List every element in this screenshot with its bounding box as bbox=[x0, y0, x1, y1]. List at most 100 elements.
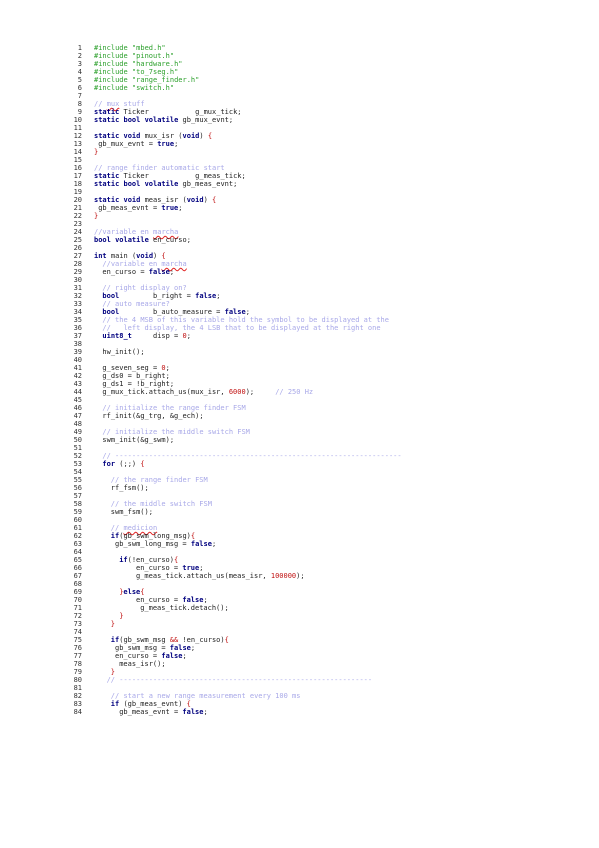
code-token: meas_isr ( bbox=[140, 196, 187, 204]
code-token: // the range finder FSM bbox=[110, 476, 208, 484]
code-listing: 1 #include "mbed.h" 2 #include "pinout.h" 3 #… bbox=[0, 44, 599, 716]
line-source: // auto measure? bbox=[102, 300, 169, 308]
code-token: bool bbox=[102, 308, 120, 316]
code-line: 19 bbox=[0, 188, 599, 196]
code-token: ; bbox=[169, 268, 175, 276]
line-number: 14 bbox=[73, 148, 82, 156]
line-source: gb_mux_evnt = true; bbox=[98, 140, 178, 148]
line-number: 50 bbox=[73, 436, 82, 444]
line-number: 58 bbox=[73, 500, 82, 508]
line-source: // the middle switch FSM bbox=[111, 500, 212, 508]
code-token: for bbox=[102, 460, 116, 468]
line-source: for (;;) { bbox=[102, 460, 144, 468]
code-line: 6 #include "switch.h" bbox=[0, 84, 599, 92]
code-token: void bbox=[136, 252, 154, 260]
line-number: 22 bbox=[73, 212, 82, 220]
line-number: 81 bbox=[73, 684, 82, 692]
line-source: if(gb_swm_msg && !en_curso){ bbox=[111, 636, 229, 644]
line-number: 37 bbox=[73, 332, 82, 340]
line-source: // the 4 MSB of this variable hold the s… bbox=[102, 316, 389, 324]
code-token: ; bbox=[203, 596, 208, 604]
line-source: gb_meas_evnt = true; bbox=[98, 204, 182, 212]
line-number: 65 bbox=[73, 556, 82, 564]
line-number: 68 bbox=[73, 580, 82, 588]
code-line: 26 bbox=[0, 244, 599, 252]
code-token: g_seven_seg = bbox=[102, 364, 162, 372]
line-number: 27 bbox=[73, 252, 82, 260]
code-line: 37 uint8_t disp = 0; bbox=[0, 332, 599, 340]
code-token: gb_mux_evnt = bbox=[98, 140, 158, 148]
line-source: static void mux_isr (void) { bbox=[94, 132, 212, 140]
line-number: 60 bbox=[73, 516, 82, 524]
line-number: 4 bbox=[77, 68, 82, 76]
line-number: 5 bbox=[77, 76, 82, 84]
code-token: swm_fsm(); bbox=[110, 508, 153, 516]
line-number: 79 bbox=[73, 668, 82, 676]
code-line: 42 g_ds0 = b_right; bbox=[0, 372, 599, 380]
line-source: } bbox=[94, 148, 98, 156]
code-line: 39 hw_init(); bbox=[0, 348, 599, 356]
code-line: 16 // range finder automatic start bbox=[0, 164, 599, 172]
code-line: 72} bbox=[0, 612, 599, 620]
code-line: 56 rf_fsm(); bbox=[0, 484, 599, 492]
code-token: static void bbox=[94, 196, 141, 204]
line-number: 49 bbox=[73, 428, 82, 436]
code-token: // the 4 MSB of this variable hold the s… bbox=[102, 316, 389, 324]
code-token: 100000 bbox=[270, 572, 297, 580]
code-line: 1 #include "mbed.h" bbox=[0, 44, 599, 52]
code-line: 7 bbox=[0, 92, 599, 100]
code-token: #include "range_finder.h" bbox=[94, 76, 200, 84]
line-number: 54 bbox=[73, 468, 82, 476]
code-token: static bool volatile bbox=[94, 116, 179, 124]
code-line: 13 gb_mux_evnt = true; bbox=[0, 140, 599, 148]
code-token: // left display, the 4 LSB that to be di… bbox=[102, 324, 381, 332]
code-token: 6000 bbox=[228, 388, 246, 396]
code-token: en_curso; bbox=[148, 236, 191, 244]
code-token: #include "hardware.h" bbox=[94, 60, 183, 68]
line-source: // range finder automatic start bbox=[94, 164, 225, 172]
line-number: 82 bbox=[73, 692, 82, 700]
line-number: 69 bbox=[73, 588, 82, 596]
code-token: int bbox=[94, 252, 107, 260]
code-line: 60 bbox=[0, 516, 599, 524]
line-number: 62 bbox=[73, 532, 82, 540]
code-token: (gb_meas_evnt) bbox=[119, 700, 187, 708]
code-line: 18 static bool volatile gb_meas_evnt; bbox=[0, 180, 599, 188]
line-number: 6 bbox=[77, 84, 82, 92]
line-number: 25 bbox=[73, 236, 82, 244]
code-line: 51 bbox=[0, 444, 599, 452]
line-number: 61 bbox=[73, 524, 82, 532]
code-line: 58 // the middle switch FSM bbox=[0, 500, 599, 508]
line-number: 38 bbox=[73, 340, 82, 348]
code-token: disp = bbox=[131, 332, 183, 340]
line-source: } bbox=[119, 612, 123, 620]
code-line: 2 #include "pinout.h" bbox=[0, 52, 599, 60]
code-line: 65 if(!en_curso){ bbox=[0, 556, 599, 564]
line-number: 13 bbox=[73, 140, 82, 148]
code-line: 73} bbox=[0, 620, 599, 628]
line-source: en_curso = false; bbox=[102, 268, 174, 276]
line-source: gb_swm_msg = false; bbox=[115, 644, 195, 652]
line-number: 53 bbox=[73, 460, 82, 468]
code-token: g_ds0 = b_right; bbox=[102, 372, 170, 380]
code-token: uint8_t bbox=[102, 332, 132, 340]
line-source: g_ds1 = !b_right; bbox=[102, 380, 174, 388]
line-number: 1 bbox=[77, 44, 82, 52]
code-token: if bbox=[119, 556, 128, 564]
code-line: 74 bbox=[0, 628, 599, 636]
line-number: 15 bbox=[73, 156, 82, 164]
line-number: 24 bbox=[73, 228, 82, 236]
line-source: #include "pinout.h" bbox=[94, 52, 174, 60]
code-token: ; bbox=[174, 140, 179, 148]
line-number: 8 bbox=[77, 100, 82, 108]
code-token: ; bbox=[190, 644, 196, 652]
code-line: 70 en_curso = false; bbox=[0, 596, 599, 604]
code-token: } bbox=[110, 620, 116, 628]
line-number: 73 bbox=[73, 620, 82, 628]
code-line: 81 bbox=[0, 684, 599, 692]
line-source: gb_meas_evnt = false; bbox=[119, 708, 208, 716]
code-line: 45 bbox=[0, 396, 599, 404]
line-number: 47 bbox=[73, 412, 82, 420]
line-number: 17 bbox=[73, 172, 82, 180]
code-line: 24 //variable en marcha bbox=[0, 228, 599, 236]
